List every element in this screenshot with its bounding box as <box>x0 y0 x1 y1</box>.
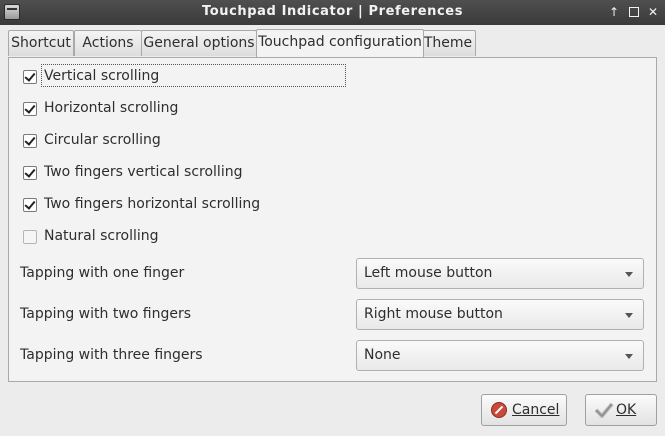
tapping-three-fingers-select[interactable]: None <box>356 340 644 371</box>
checkbox-box[interactable] <box>23 134 37 148</box>
tab-shortcut[interactable]: Shortcut <box>8 30 74 56</box>
cancel-button-label: Cancel <box>512 402 560 418</box>
checkbox-label: Natural scrolling <box>44 228 159 244</box>
touchpad-configuration-panel: Vertical scrolling Horizontal scrolling … <box>8 57 657 382</box>
tab-general-options[interactable]: General options <box>141 30 257 56</box>
ok-button[interactable]: OK <box>585 394 657 426</box>
checkbox-label: Vertical scrolling <box>44 68 160 84</box>
tapping-one-finger-select[interactable]: Left mouse button <box>356 258 644 289</box>
cancel-button[interactable]: Cancel <box>481 394 567 426</box>
checkbox-box[interactable] <box>23 198 37 212</box>
ok-button-label: OK <box>616 402 637 418</box>
tab-touchpad-configuration[interactable]: Touchpad configuration <box>256 29 424 57</box>
checkbox-box[interactable] <box>23 166 37 180</box>
checkmark-icon <box>594 402 614 418</box>
dropdown-arrow-icon <box>625 272 633 277</box>
tab-theme[interactable]: Theme <box>420 30 476 56</box>
dropdown-arrow-icon <box>625 354 633 359</box>
preferences-window: Touchpad Indicator | Preferences ↑ ✕ Sho… <box>0 0 665 436</box>
checkbox-label: Two fingers vertical scrolling <box>44 164 243 180</box>
tab-actions[interactable]: Actions <box>74 30 142 56</box>
shade-up-icon[interactable]: ↑ <box>606 4 622 20</box>
checkbox-label: Circular scrolling <box>44 132 161 148</box>
title-bar[interactable]: Touchpad Indicator | Preferences ↑ ✕ <box>0 0 665 25</box>
tapping-one-finger-label: Tapping with one finger <box>20 265 185 281</box>
select-value: Left mouse button <box>364 265 493 281</box>
maximize-icon[interactable] <box>626 4 642 20</box>
checkbox-box[interactable] <box>23 102 37 116</box>
window-title: Touchpad Indicator | Preferences <box>201 4 464 19</box>
cancel-icon <box>491 402 507 418</box>
dropdown-arrow-icon <box>625 313 633 318</box>
checkbox-label: Two fingers horizontal scrolling <box>44 196 261 212</box>
checkbox-box[interactable] <box>23 70 37 84</box>
select-value: Right mouse button <box>364 306 503 322</box>
tapping-two-fingers-label: Tapping with two fingers <box>20 306 192 322</box>
close-icon[interactable]: ✕ <box>645 4 661 20</box>
tapping-three-fingers-label: Tapping with three fingers <box>20 347 203 363</box>
checkbox-box[interactable] <box>23 230 37 244</box>
checkbox-label: Horizontal scrolling <box>44 100 179 116</box>
select-value: None <box>364 347 401 363</box>
tapping-two-fingers-select[interactable]: Right mouse button <box>356 299 644 330</box>
